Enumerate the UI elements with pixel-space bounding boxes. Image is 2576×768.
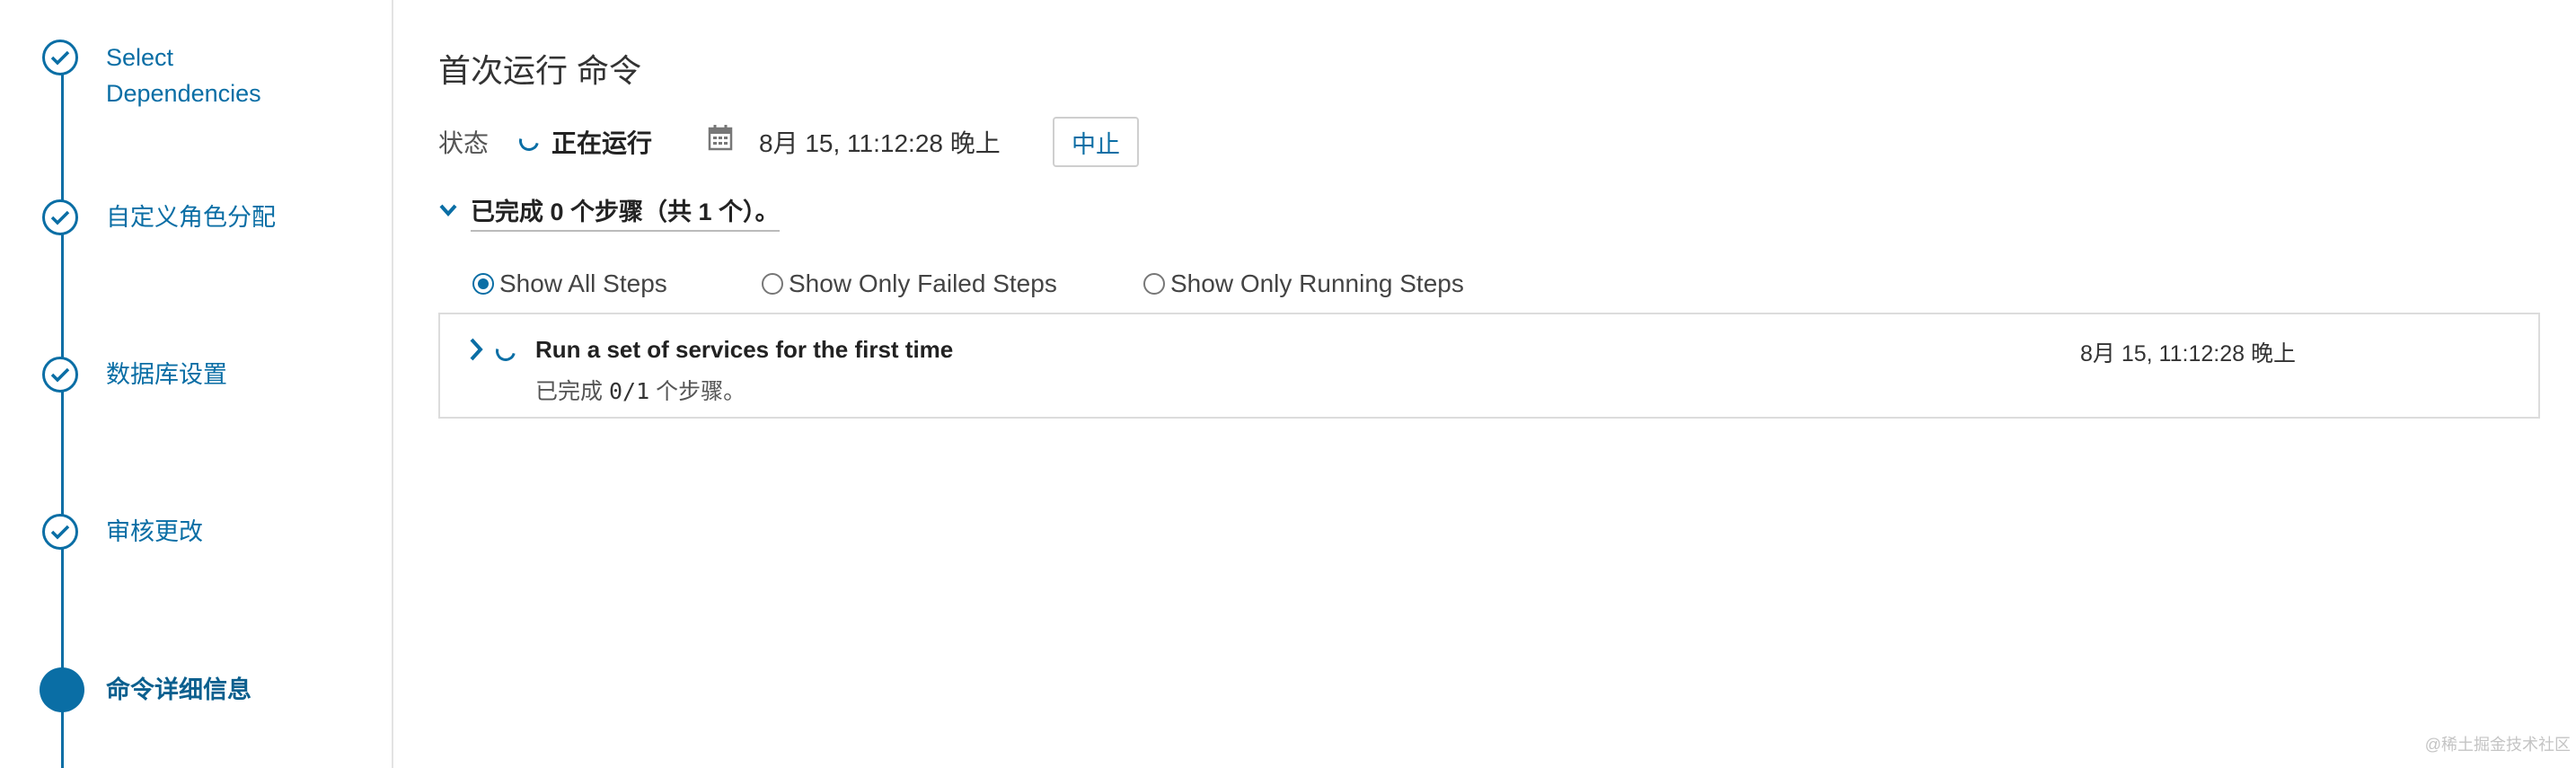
status-value: 正在运行 bbox=[551, 129, 653, 157]
wizard-progress-line bbox=[61, 59, 64, 768]
wizard-step-label: 审核更改 bbox=[106, 518, 203, 545]
step-progress-suffix: 个步骤。 bbox=[656, 379, 746, 404]
step-progress-prefix: 已完成 bbox=[535, 379, 604, 404]
filter-label: Show Only Failed Steps bbox=[789, 269, 1057, 297]
radio-icon[interactable] bbox=[1143, 273, 1165, 295]
filter-running-steps[interactable]: Show Only Running Steps bbox=[1143, 266, 1464, 302]
steps-summary-toggle[interactable]: 已完成 0 个步骤（共 1 个）。 bbox=[438, 192, 860, 232]
abort-button[interactable]: 中止 bbox=[1053, 117, 1139, 167]
spinner-icon bbox=[491, 337, 520, 366]
wizard-step-label: 命令详细信息 bbox=[106, 676, 251, 703]
watermark: @稀土掘金技术社区 bbox=[2424, 736, 2571, 754]
check-icon bbox=[42, 514, 78, 550]
check-icon bbox=[42, 199, 78, 235]
radio-icon[interactable] bbox=[762, 273, 783, 295]
spinner-icon bbox=[515, 127, 543, 155]
step-progress: 已完成 0/1 个步骤。 bbox=[535, 374, 745, 406]
chevron-down-icon bbox=[439, 204, 457, 217]
filter-all-steps[interactable]: Show All Steps bbox=[472, 266, 667, 302]
check-icon bbox=[42, 40, 78, 75]
status-row: 状态 正在运行 8月 15, 11:12:28 晚上 中止 bbox=[438, 117, 1247, 167]
radio-icon[interactable] bbox=[472, 273, 494, 295]
page-title: 首次运行 命令 bbox=[438, 52, 642, 89]
steps-table: Run a set of services for the first time… bbox=[438, 313, 2540, 419]
status-label: 状态 bbox=[438, 129, 490, 157]
step-name[interactable]: Run a set of services for the first time bbox=[535, 336, 953, 364]
wizard-step-label: 自定义角色分配 bbox=[106, 204, 276, 231]
calendar-icon bbox=[708, 125, 733, 151]
steps-summary: 已完成 0 个步骤（共 1 个）。 bbox=[471, 192, 780, 232]
check-icon bbox=[42, 357, 78, 393]
wizard-step-label: Select bbox=[106, 44, 174, 71]
wizard-step-label: 数据库设置 bbox=[106, 361, 227, 388]
command-details-panel: 首次运行 命令 状态 正在运行 8月 15, 11:12:28 晚上 中止 已完… bbox=[438, 0, 2576, 768]
filter-label: Show All Steps bbox=[499, 269, 667, 297]
filter-failed-steps[interactable]: Show Only Failed Steps bbox=[762, 266, 1057, 302]
step-progress-count: 0/1 bbox=[608, 378, 650, 404]
chevron-right-icon[interactable] bbox=[467, 336, 489, 363]
filter-label: Show Only Running Steps bbox=[1170, 269, 1464, 297]
step-timestamp: 8月 15, 11:12:28 晚上 bbox=[2080, 341, 2296, 366]
status-timestamp: 8月 15, 11:12:28 晚上 bbox=[759, 129, 1001, 157]
wizard-step-label: Dependencies bbox=[106, 80, 261, 107]
step-filter-group: Show All Steps Show Only Failed Steps Sh… bbox=[472, 266, 1550, 302]
wizard-sidebar: Select Dependencies 自定义角色分配 数据库设置 审核更改 命… bbox=[0, 0, 393, 768]
active-step-icon bbox=[40, 667, 84, 712]
